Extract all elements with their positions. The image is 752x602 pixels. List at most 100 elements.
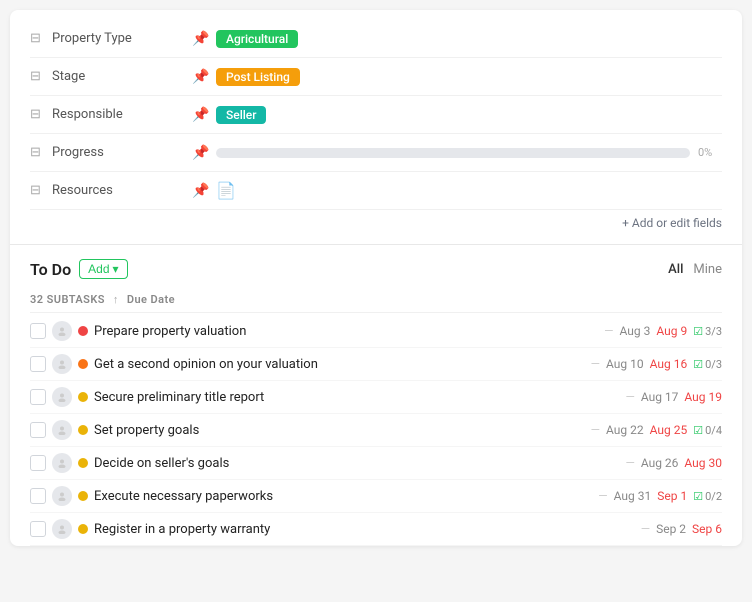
property-type-row: ⊟ Property Type 📌 Agricultural bbox=[30, 20, 722, 58]
task-name-4[interactable]: Set property goals bbox=[94, 423, 585, 438]
task-name-2[interactable]: Get a second opinion on your valuation bbox=[94, 357, 585, 372]
stage-row: ⊟ Stage 📌 Post Listing bbox=[30, 58, 722, 96]
task-sep-5: — bbox=[625, 456, 634, 470]
task-avatar-5 bbox=[52, 453, 72, 473]
resources-pin[interactable]: 📌 bbox=[192, 183, 216, 199]
responsible-label: Responsible bbox=[52, 107, 192, 122]
stage-label: Stage bbox=[52, 69, 192, 84]
progress-track bbox=[216, 148, 690, 158]
responsible-pin[interactable]: 📌 bbox=[192, 107, 216, 123]
task-name-7[interactable]: Register in a property warranty bbox=[94, 522, 635, 537]
task-date1-2: Aug 10 bbox=[606, 357, 644, 371]
resources-value[interactable]: 📄 bbox=[216, 181, 722, 200]
task-date1-6: Aug 31 bbox=[614, 489, 652, 503]
task-checkbox-6[interactable] bbox=[30, 488, 46, 504]
sort-label[interactable]: Due Date bbox=[127, 293, 175, 306]
todo-title: To Do bbox=[30, 260, 71, 279]
task-date1-1: Aug 3 bbox=[620, 324, 651, 338]
task-avatar-1 bbox=[52, 321, 72, 341]
add-button[interactable]: Add ▾ bbox=[79, 259, 127, 279]
progress-icon: ⊟ bbox=[30, 145, 52, 160]
stage-pin[interactable]: 📌 bbox=[192, 69, 216, 85]
task-status-dot-3 bbox=[78, 392, 88, 402]
task-row-6: Execute necessary paperworks — Aug 31 Se… bbox=[30, 480, 722, 513]
add-button-label: Add bbox=[88, 262, 109, 276]
task-row-5: Decide on seller's goals — Aug 26 Aug 30 bbox=[30, 447, 722, 480]
task-avatar-6 bbox=[52, 486, 72, 506]
task-date2-5: Aug 30 bbox=[684, 456, 722, 470]
progress-bar-container: 0% bbox=[216, 146, 722, 159]
properties-section: ⊟ Property Type 📌 Agricultural ⊟ Stage 📌… bbox=[10, 10, 742, 245]
filter-mine[interactable]: Mine bbox=[693, 262, 722, 277]
progress-value: 0% bbox=[216, 146, 722, 159]
stage-value: Post Listing bbox=[216, 68, 722, 86]
task-status-dot-7 bbox=[78, 524, 88, 534]
property-type-pin[interactable]: 📌 bbox=[192, 31, 216, 47]
task-name-3[interactable]: Secure preliminary title report bbox=[94, 390, 619, 405]
task-status-dot-5 bbox=[78, 458, 88, 468]
property-type-icon: ⊟ bbox=[30, 31, 52, 46]
task-subtask-6: ☑0/2 bbox=[693, 490, 722, 503]
task-checkbox-3[interactable] bbox=[30, 389, 46, 405]
task-checkbox-4[interactable] bbox=[30, 422, 46, 438]
main-container: ⊟ Property Type 📌 Agricultural ⊟ Stage 📌… bbox=[10, 10, 742, 546]
resources-row: ⊟ Resources 📌 📄 bbox=[30, 172, 722, 210]
responsible-badge[interactable]: Seller bbox=[216, 106, 266, 124]
task-status-dot-6 bbox=[78, 491, 88, 501]
task-name-6[interactable]: Execute necessary paperworks bbox=[94, 489, 592, 504]
task-avatar-7 bbox=[52, 519, 72, 539]
todo-header: To Do Add ▾ All Mine bbox=[30, 259, 722, 279]
task-sep-4: — bbox=[591, 423, 600, 437]
task-date2-1: Aug 9 bbox=[656, 324, 687, 338]
task-avatar-2 bbox=[52, 354, 72, 374]
task-date1-5: Aug 26 bbox=[641, 456, 679, 470]
task-date1-4: Aug 22 bbox=[606, 423, 644, 437]
task-avatar-3 bbox=[52, 387, 72, 407]
resources-icon: ⊟ bbox=[30, 183, 52, 198]
property-type-label: Property Type bbox=[52, 31, 192, 46]
subtasks-bar: 32 SUBTASKS ↑ Due Date bbox=[30, 289, 722, 313]
task-avatar-4 bbox=[52, 420, 72, 440]
stage-badge[interactable]: Post Listing bbox=[216, 68, 300, 86]
task-sep-3: — bbox=[625, 390, 634, 404]
task-row-7: Register in a property warranty — Sep 2 … bbox=[30, 513, 722, 546]
progress-percent: 0% bbox=[698, 146, 722, 159]
todo-title-group: To Do Add ▾ bbox=[30, 259, 128, 279]
resources-label: Resources bbox=[52, 183, 192, 198]
task-name-1[interactable]: Prepare property valuation bbox=[94, 324, 598, 339]
property-type-value: Agricultural bbox=[216, 30, 722, 48]
task-subtask-4: ☑0/4 bbox=[693, 424, 722, 437]
task-status-dot-4 bbox=[78, 425, 88, 435]
task-subtask-1: ☑3/3 bbox=[693, 325, 722, 338]
task-checkbox-2[interactable] bbox=[30, 356, 46, 372]
todo-section: To Do Add ▾ All Mine 32 SUBTASKS ↑ Due D… bbox=[10, 245, 742, 546]
task-sep-6: — bbox=[598, 489, 607, 503]
stage-icon: ⊟ bbox=[30, 69, 52, 84]
task-status-dot-2 bbox=[78, 359, 88, 369]
task-status-dot-1 bbox=[78, 326, 88, 336]
task-date2-7: Sep 6 bbox=[692, 522, 722, 536]
progress-pin[interactable]: 📌 bbox=[192, 145, 216, 161]
filter-group: All Mine bbox=[668, 262, 722, 277]
subtasks-count: 32 SUBTASKS bbox=[30, 293, 105, 306]
task-subtask-2: ☑0/3 bbox=[693, 358, 722, 371]
resource-file-icon: 📄 bbox=[216, 181, 236, 200]
filter-all[interactable]: All bbox=[668, 262, 683, 277]
task-date1-3: Aug 17 bbox=[641, 390, 679, 404]
task-date2-3: Aug 19 bbox=[684, 390, 722, 404]
progress-label: Progress bbox=[52, 145, 192, 160]
add-edit-fields-button[interactable]: + Add or edit fields bbox=[30, 210, 722, 234]
task-sep-7: — bbox=[641, 522, 650, 536]
sort-icon: ↑ bbox=[113, 293, 119, 306]
property-type-badge[interactable]: Agricultural bbox=[216, 30, 298, 48]
task-sep-1: — bbox=[604, 324, 613, 338]
add-button-chevron-icon: ▾ bbox=[113, 262, 119, 276]
task-row-2: Get a second opinion on your valuation —… bbox=[30, 348, 722, 381]
task-checkbox-5[interactable] bbox=[30, 455, 46, 471]
task-checkbox-1[interactable] bbox=[30, 323, 46, 339]
task-date2-4: Aug 25 bbox=[650, 423, 688, 437]
task-checkbox-7[interactable] bbox=[30, 521, 46, 537]
task-row: Prepare property valuation — Aug 3 Aug 9… bbox=[30, 315, 722, 348]
task-date2-2: Aug 16 bbox=[650, 357, 688, 371]
task-name-5[interactable]: Decide on seller's goals bbox=[94, 456, 619, 471]
